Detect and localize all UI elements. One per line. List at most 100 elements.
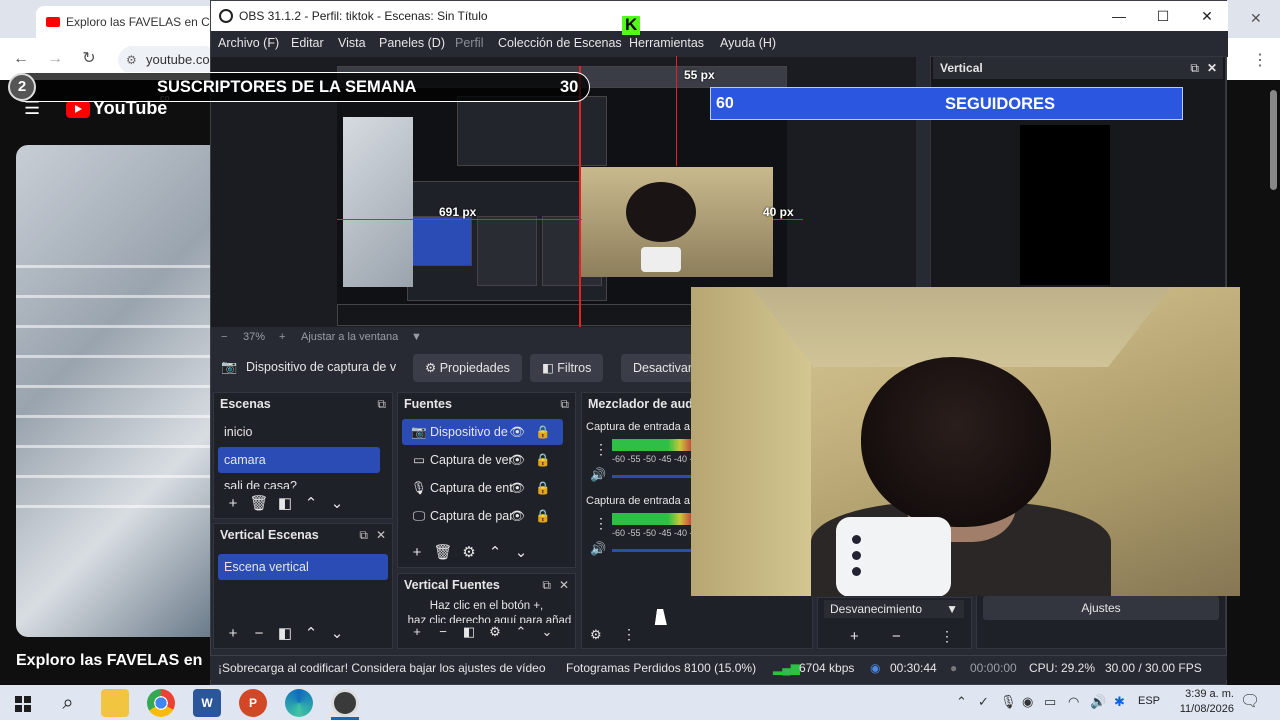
tray-chevron-up-icon[interactable]: ⌃	[956, 694, 967, 710]
float-icon[interactable]: ⧉	[1190, 57, 1199, 79]
scene-item[interactable]: sali de casa?	[218, 475, 380, 489]
scene-item[interactable]: inicio	[218, 419, 380, 445]
bluetooth-icon[interactable]: ✱	[1114, 694, 1125, 710]
powerpoint-icon[interactable]: P	[239, 689, 267, 717]
maximize-icon[interactable]: ☐	[1141, 1, 1185, 31]
battery-icon[interactable]: ▭	[1044, 694, 1056, 710]
mixer-menu-icon[interactable]: ⋮	[622, 626, 636, 643]
lock-icon[interactable]: 🔒	[535, 447, 551, 473]
settings-button[interactable]: Ajustes	[983, 596, 1219, 620]
eye-icon[interactable]: 👁	[509, 503, 525, 529]
lock-icon[interactable]: 🔒	[535, 503, 551, 529]
float-icon[interactable]: ⧉	[542, 574, 551, 596]
zoom-out-icon[interactable]: −	[221, 327, 227, 347]
tray-app-icon[interactable]: ◉	[1022, 694, 1033, 710]
chevron-up-icon[interactable]: ⌃	[298, 624, 324, 642]
volume-slider[interactable]	[612, 549, 692, 552]
page-scrollbar[interactable]	[1268, 80, 1280, 685]
minimize-icon[interactable]: —	[1097, 1, 1141, 31]
mixer-menu-icon[interactable]: ⋮	[594, 515, 608, 532]
taskbar-clock[interactable]: 3:39 a. m. 11/08/2026	[1180, 687, 1234, 717]
properties-button[interactable]: ⚙ Propiedades	[413, 354, 522, 382]
browser-tab[interactable]: Exploro las FAVELAS en CO	[36, 6, 216, 38]
file-explorer-icon[interactable]	[101, 689, 129, 717]
filter-icon[interactable]: ◧	[272, 624, 298, 642]
scene-item-selected[interactable]: camara	[218, 447, 380, 473]
close-icon[interactable]: ✕	[1185, 1, 1229, 31]
speaker-icon[interactable]: 🔊	[590, 541, 606, 557]
chevron-up-icon[interactable]: ⌃	[298, 494, 324, 512]
forward-arrow-icon[interactable]: →	[44, 48, 66, 70]
float-icon[interactable]: ⧉	[560, 393, 569, 415]
edge-icon[interactable]	[285, 689, 313, 717]
transition-menu-icon[interactable]: ⋮	[940, 628, 954, 645]
wifi-icon[interactable]: ◠	[1068, 694, 1079, 710]
fit-dropdown-icon[interactable]: ▼	[411, 327, 422, 347]
reload-icon[interactable]: ↻	[78, 48, 100, 70]
speaker-icon[interactable]: 🔊	[590, 467, 606, 483]
lock-icon[interactable]: 🔒	[535, 419, 551, 445]
vertical-scene-item[interactable]: Escena vertical	[218, 554, 388, 580]
filter-icon[interactable]: ◧	[456, 624, 482, 640]
address-bar[interactable]: ⚙ youtube.co	[118, 46, 218, 74]
language-indicator[interactable]: ESP	[1138, 695, 1160, 707]
notifications-icon[interactable]: 🗨	[1240, 691, 1260, 711]
add-icon[interactable]: +	[404, 544, 430, 561]
windows-start-icon[interactable]	[9, 689, 37, 717]
add-icon[interactable]: +	[220, 495, 246, 512]
filters-button[interactable]: ◧ Filtros	[530, 354, 604, 382]
menu-editar[interactable]: Editar	[291, 36, 324, 50]
eye-icon[interactable]: 👁	[509, 419, 525, 445]
fit-window-label[interactable]: Ajustar a la ventana	[301, 327, 398, 347]
chevron-down-icon[interactable]: ⌄	[508, 543, 534, 561]
gear-icon[interactable]: ⚙	[456, 543, 482, 561]
tray-app-icon[interactable]: ✓	[978, 694, 989, 710]
float-icon[interactable]: ⧉	[377, 393, 386, 415]
menu-archivo[interactable]: Archivo (F)	[218, 36, 279, 50]
video-title[interactable]: Exploro las FAVELAS en	[16, 652, 216, 670]
close-icon[interactable]: ✕	[376, 524, 386, 546]
browser-close-tab-icon[interactable]: ✕	[1250, 10, 1262, 27]
search-icon[interactable]: ⌕	[54, 689, 82, 717]
chevron-down-icon[interactable]: ⌄	[324, 624, 350, 642]
source-item[interactable]: ▭ Captura de ver 👁 🔒	[402, 447, 563, 473]
chevron-up-icon[interactable]: ⌃	[482, 543, 508, 561]
float-icon[interactable]: ⧉	[359, 524, 368, 546]
trash-icon[interactable]: 🗑	[430, 543, 456, 561]
menu-herramientas[interactable]: Herramientas	[629, 36, 704, 50]
word-icon[interactable]: W	[193, 689, 221, 717]
browser-menu-icon[interactable]: ⋮	[1252, 50, 1268, 70]
filter-icon[interactable]: ◧	[272, 494, 298, 512]
back-arrow-icon[interactable]: ←	[10, 48, 32, 70]
mixer-settings-icon[interactable]: ⚙	[590, 627, 602, 643]
add-icon[interactable]: +	[404, 624, 430, 639]
add-icon[interactable]: +	[850, 628, 859, 645]
menu-perfil[interactable]: Perfil	[455, 36, 483, 50]
add-icon[interactable]: +	[220, 625, 246, 642]
source-item[interactable]: 🖵 Captura de par 👁 🔒	[402, 503, 563, 529]
trash-icon[interactable]: 🗑	[246, 494, 272, 512]
obs-taskbar-icon[interactable]	[331, 689, 359, 717]
gear-icon[interactable]: ⚙	[482, 624, 508, 640]
transition-select[interactable]: Desvanecimiento ▼	[824, 600, 964, 618]
microphone-icon[interactable]: 🎙	[1000, 694, 1017, 710]
site-info-icon[interactable]: ⚙	[126, 46, 137, 74]
menu-ayuda[interactable]: Ayuda (H)	[720, 36, 776, 50]
menu-coleccion-escenas[interactable]: Colección de Escenas	[498, 36, 622, 50]
remove-icon[interactable]: −	[430, 624, 456, 639]
close-icon[interactable]: ✕	[559, 574, 569, 596]
chevron-up-icon[interactable]: ⌃	[508, 624, 534, 640]
eye-icon[interactable]: 👁	[509, 475, 525, 501]
remove-icon[interactable]: −	[892, 628, 901, 645]
remove-icon[interactable]: −	[246, 625, 272, 642]
vertical-canvas[interactable]	[1020, 125, 1110, 285]
source-item-selected[interactable]: 📷 Dispositivo de 👁 🔒	[402, 419, 563, 445]
source-item[interactable]: 🎙 Captura de ent 👁 🔒	[402, 475, 563, 501]
chrome-icon[interactable]	[147, 689, 175, 717]
menu-vista[interactable]: Vista	[338, 36, 366, 50]
close-icon[interactable]: ✕	[1207, 57, 1217, 79]
lock-icon[interactable]: 🔒	[535, 475, 551, 501]
eye-icon[interactable]: 👁	[509, 447, 525, 473]
volume-icon[interactable]: 🔊	[1090, 694, 1106, 710]
chevron-down-icon[interactable]: ⌄	[534, 624, 560, 640]
